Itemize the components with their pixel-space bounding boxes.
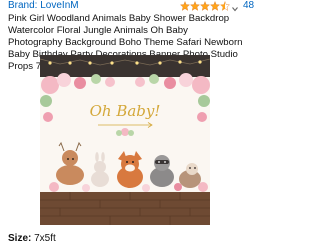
product-header: Brand: LoveInM 48 (8, 0, 254, 12)
size-label: Size: (8, 233, 32, 244)
rating-count[interactable]: 48 (243, 0, 254, 12)
chevron-down-icon[interactable] (231, 1, 239, 12)
star-icon (210, 1, 220, 11)
star-icon (190, 1, 200, 11)
size-value: 7x5ft (34, 233, 56, 244)
star-icon (180, 1, 190, 11)
brand-link[interactable]: Brand: LoveInM (8, 0, 79, 12)
half-star-icon (220, 1, 230, 11)
star-icon (200, 1, 210, 11)
size-selector[interactable]: Size: 7x5ft (8, 233, 56, 245)
product-image[interactable]: Oh Baby! (40, 55, 210, 225)
image-caption: Oh Baby! (90, 102, 161, 120)
rating-stars[interactable]: 48 (180, 0, 254, 12)
